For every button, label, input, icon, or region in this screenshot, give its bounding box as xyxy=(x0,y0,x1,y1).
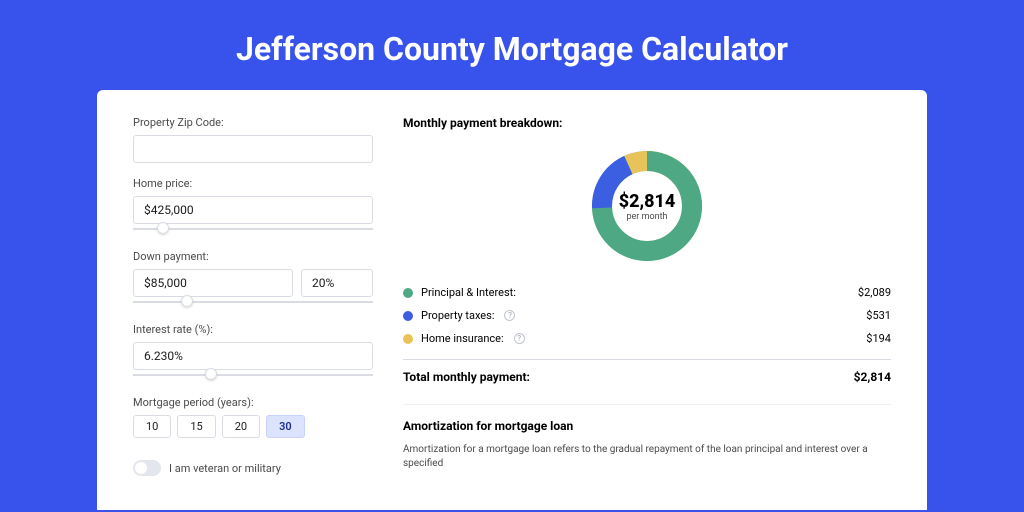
slider-track xyxy=(133,374,373,376)
slider-thumb[interactable] xyxy=(181,295,193,307)
donut-chart: $2,814 per month xyxy=(587,146,707,266)
period-option-active[interactable]: 30 xyxy=(266,415,305,438)
slider-track xyxy=(133,301,373,303)
slider-thumb[interactable] xyxy=(205,368,217,380)
veteran-label: I am veteran or military xyxy=(169,462,281,475)
slider-thumb[interactable] xyxy=(157,222,169,234)
interest-rate-label: Interest rate (%): xyxy=(133,323,373,336)
total-label: Total monthly payment: xyxy=(403,370,530,384)
home-price-label: Home price: xyxy=(133,177,373,190)
legend-value: $194 xyxy=(866,332,891,345)
legend-dot-icon xyxy=(403,288,413,298)
breakdown-title: Monthly payment breakdown: xyxy=(403,116,891,130)
legend-row-home-insurance: Home insurance: ? $194 xyxy=(403,332,891,345)
period-option[interactable]: 10 xyxy=(133,415,171,438)
donut-center: $2,814 per month xyxy=(587,146,707,266)
legend-label: Home insurance: xyxy=(421,332,504,345)
help-icon[interactable]: ? xyxy=(504,310,515,321)
total-value: $2,814 xyxy=(854,370,891,384)
donut-chart-wrap: $2,814 per month xyxy=(403,136,891,280)
veteran-toggle[interactable] xyxy=(133,460,161,476)
interest-rate-slider[interactable] xyxy=(133,370,373,382)
legend-value: $2,089 xyxy=(858,286,891,299)
zip-input[interactable] xyxy=(133,135,373,163)
legend-dot-icon xyxy=(403,311,413,321)
page-title: Jefferson County Mortgage Calculator xyxy=(0,0,1024,90)
amortization-body: Amortization for a mortgage loan refers … xyxy=(403,443,891,471)
donut-sub: per month xyxy=(626,212,667,222)
down-payment-pct-input[interactable] xyxy=(301,269,373,297)
help-icon[interactable]: ? xyxy=(514,333,525,344)
legend-label: Property taxes: xyxy=(421,309,494,322)
mortgage-period-group: 10 15 20 30 xyxy=(133,415,373,438)
legend-dot-icon xyxy=(403,334,413,344)
results-column: Monthly payment breakdown: $2,814 per mo… xyxy=(403,116,891,510)
zip-label: Property Zip Code: xyxy=(133,116,373,129)
toggle-knob xyxy=(135,462,147,474)
calculator-card: Property Zip Code: Home price: Down paym… xyxy=(97,90,927,510)
total-row: Total monthly payment: $2,814 xyxy=(403,359,891,384)
inputs-column: Property Zip Code: Home price: Down paym… xyxy=(133,116,373,510)
period-option[interactable]: 15 xyxy=(177,415,215,438)
down-payment-input[interactable] xyxy=(133,269,293,297)
down-payment-label: Down payment: xyxy=(133,250,373,263)
legend-value: $531 xyxy=(866,309,891,322)
interest-rate-input[interactable] xyxy=(133,342,373,370)
slider-track xyxy=(133,228,373,230)
legend-label: Principal & Interest: xyxy=(421,286,516,299)
legend: Principal & Interest: $2,089 Property ta… xyxy=(403,280,891,384)
legend-row-principal-interest: Principal & Interest: $2,089 xyxy=(403,286,891,299)
home-price-slider[interactable] xyxy=(133,224,373,236)
mortgage-period-label: Mortgage period (years): xyxy=(133,396,373,409)
amortization-title: Amortization for mortgage loan xyxy=(403,419,891,433)
down-payment-slider[interactable] xyxy=(133,297,373,309)
period-option[interactable]: 20 xyxy=(222,415,260,438)
amortization-section: Amortization for mortgage loan Amortizat… xyxy=(403,404,891,471)
legend-row-property-taxes: Property taxes: ? $531 xyxy=(403,309,891,322)
veteran-row: I am veteran or military xyxy=(133,460,373,476)
donut-amount: $2,814 xyxy=(619,191,676,212)
home-price-input[interactable] xyxy=(133,196,373,224)
